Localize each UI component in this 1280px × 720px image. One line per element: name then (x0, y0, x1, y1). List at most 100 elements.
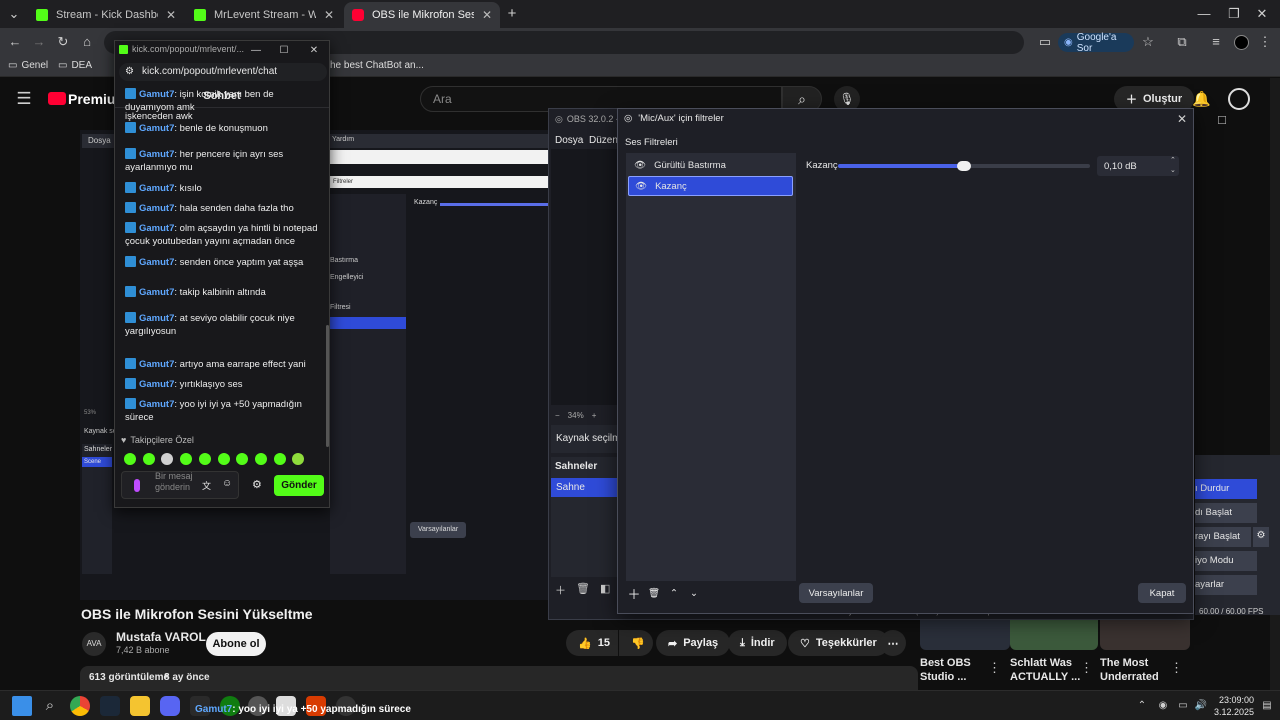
tab-search-icon[interactable]: ⌄ (4, 4, 24, 24)
network-icon[interactable]: ▭ (1176, 696, 1190, 716)
more-icon[interactable]: ⋮ (1258, 32, 1272, 52)
chat-scrollbar[interactable] (326, 325, 329, 447)
trash-icon[interactable]: 🗑 (646, 585, 662, 601)
forward-icon[interactable]: → (30, 32, 48, 52)
filter-item-gain[interactable]: 👁 Kazanç (628, 176, 793, 196)
gear-icon[interactable]: ⚙ (1253, 527, 1269, 547)
bookmark-dea[interactable]: ▭ DEA (58, 60, 92, 71)
obs-stop-stream-button[interactable]: ı Durdur (1195, 479, 1257, 499)
trash-icon[interactable]: 🗑 (576, 582, 590, 598)
filter-item-noise-suppression[interactable]: 👁 Gürültü Bastırma (628, 155, 793, 175)
reading-list-icon[interactable]: ≡ (1208, 32, 1224, 52)
dislike-button[interactable]: 👎 (619, 630, 653, 656)
emote-icon[interactable] (217, 453, 230, 465)
site-info-icon[interactable]: ⚙ (125, 66, 134, 78)
chat-username[interactable]: Gamut7 (139, 257, 174, 268)
share-button[interactable]: ➦ Paylaş (656, 630, 731, 656)
filter-icon[interactable]: ◧ (600, 582, 610, 598)
minimize-icon[interactable]: — (249, 41, 263, 61)
menu-icon[interactable]: ☰ (14, 89, 34, 109)
chat-username[interactable]: Gamut7 (139, 359, 174, 370)
youtube-logo-icon[interactable] (48, 92, 66, 105)
like-button[interactable]: 👍 15 (566, 630, 618, 656)
home-icon[interactable]: ⌂ (78, 32, 96, 52)
move-up-icon[interactable]: ⌃ (666, 585, 682, 601)
gain-slider-thumb[interactable] (957, 161, 971, 171)
chat-username[interactable]: Gamut7 (139, 183, 174, 194)
chat-username[interactable]: Gamut7 (139, 379, 174, 390)
chrome-icon[interactable] (70, 696, 90, 716)
gain-slider[interactable] (838, 161, 1090, 171)
cast-icon[interactable]: ▭ (1036, 32, 1054, 52)
translate-icon[interactable]: 文 (202, 479, 211, 492)
chat-username[interactable]: Gamut7 (139, 399, 174, 410)
close-icon[interactable]: ✕ (166, 8, 176, 22)
emote-icon[interactable] (273, 453, 286, 465)
obs-record-button[interactable]: dı Başlat (1195, 503, 1257, 523)
bookmark-genel[interactable]: ▭ Genel (8, 60, 48, 71)
close-button[interactable]: Kapat (1138, 583, 1186, 603)
rec-more-icon[interactable]: ⋮ (1080, 658, 1093, 678)
gear-icon[interactable]: ⚙ (252, 478, 262, 491)
maximize-icon[interactable]: ☐ (277, 41, 291, 61)
tab-youtube-obs[interactable]: OBS ile Mikrofon Sesini Yükselt ✕ (344, 2, 500, 28)
obs-replay-button[interactable]: rayı Başlat (1195, 527, 1251, 547)
eye-icon[interactable]: 👁 (634, 160, 646, 171)
close-window-icon[interactable]: ✕ (1254, 4, 1270, 24)
obs-menu-edit[interactable]: Düzenl (589, 135, 620, 146)
emote-icon[interactable] (124, 453, 136, 465)
reload-icon[interactable]: ↻ (54, 32, 72, 52)
send-button[interactable]: Gönder (274, 475, 324, 496)
plus-icon[interactable]: + (592, 411, 597, 420)
extensions-icon[interactable]: ⧉ (1174, 32, 1190, 52)
obs-settings-button[interactable]: ayarlar (1195, 575, 1257, 595)
emote-icon[interactable] (161, 453, 174, 465)
rec-more-icon[interactable]: ⋮ (1170, 658, 1183, 678)
move-down-icon[interactable]: ⌄ (686, 585, 702, 601)
rec-more-icon[interactable]: ⋮ (988, 658, 1001, 678)
new-tab-button[interactable]: + (504, 4, 520, 24)
avatar[interactable] (1228, 88, 1250, 110)
emote-icon[interactable] (236, 453, 249, 465)
star-icon[interactable]: ☆ (1140, 32, 1156, 52)
close-icon[interactable]: ✕ (482, 8, 492, 22)
scene-item[interactable]: Sahne (551, 478, 621, 497)
chat-username[interactable]: Gamut7 (139, 313, 174, 324)
chat-username[interactable]: Gamut7 (139, 123, 174, 134)
rec-title[interactable]: Best OBS Studio ... (920, 656, 986, 684)
back-icon[interactable]: ← (6, 32, 24, 52)
download-button[interactable]: ⤓ İndir (728, 630, 787, 656)
eye-icon[interactable]: 👁 (635, 181, 647, 192)
emote-icon[interactable] (180, 453, 193, 465)
rec-title[interactable]: Schlatt Was ACTUALLY ... (1010, 656, 1082, 684)
search-icon[interactable]: ⌕ (40, 696, 60, 716)
clock[interactable]: 23:09:00 3.12.2025 (1214, 694, 1254, 718)
steam-icon[interactable] (100, 696, 120, 716)
discord-icon[interactable] (160, 696, 180, 716)
add-icon[interactable]: ＋ (626, 585, 642, 602)
defaults-button[interactable]: Varsayılanlar (799, 583, 873, 603)
gain-spinbox[interactable]: 0,10 dB (1097, 156, 1179, 176)
close-icon[interactable]: ✕ (307, 41, 321, 61)
profile-avatar[interactable] (1234, 35, 1249, 50)
obs-preview[interactable] (551, 149, 617, 405)
chat-username[interactable]: Gamut7 (139, 203, 174, 214)
spin-arrows-icon[interactable]: ⌃ ⌄ (1170, 156, 1176, 176)
subscribe-button[interactable]: Abone ol (206, 632, 266, 656)
emote-icon[interactable] (292, 453, 305, 465)
emoji-icon[interactable]: ☺ (222, 478, 232, 489)
channel-avatar[interactable]: AVA (82, 632, 106, 656)
file-explorer-icon[interactable] (130, 696, 150, 716)
thanks-button[interactable]: ♡ Teşekkürler (788, 630, 889, 656)
minus-icon[interactable]: − (555, 411, 560, 420)
windows-start-icon[interactable] (12, 696, 32, 716)
tab-mrlevent-stream[interactable]: MrLevent Stream - Watch Live ✕ (186, 2, 342, 28)
obs-studio-mode-button[interactable]: iyo Modu (1195, 551, 1257, 571)
emote-icon[interactable] (142, 453, 155, 465)
obs-menu-file[interactable]: Dosya (555, 135, 583, 146)
close-icon[interactable]: ✕ (324, 8, 334, 22)
bookmark-chatbot[interactable]: he best ChatBot an... (330, 60, 424, 71)
tray-chevron-icon[interactable]: ⌃ (1136, 696, 1148, 716)
notifications-icon[interactable]: 🔔 (1192, 90, 1211, 110)
add-icon[interactable]: ＋ (555, 582, 566, 598)
